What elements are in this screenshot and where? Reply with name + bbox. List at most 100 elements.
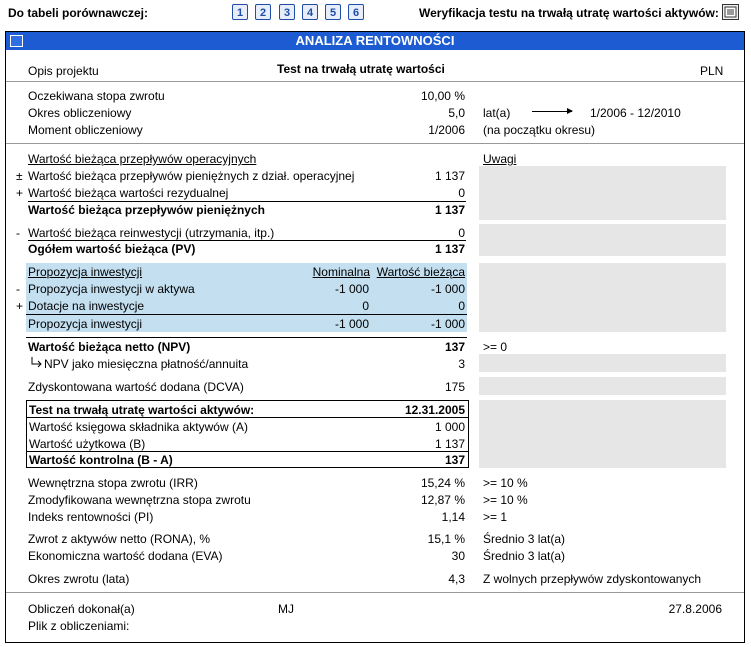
compare-button-6[interactable]: 6 [348,4,364,20]
sub-item-arrow-icon [31,357,42,368]
notes-field[interactable] [479,263,726,332]
panel-window-icon[interactable] [10,35,23,47]
investment-assets-nominal: -1 000 [334,282,369,296]
irr-value: 15,24 % [420,476,465,490]
pv-residual-value: 0 [458,186,465,200]
npv-annuity-value: 3 [458,357,465,371]
period-unit: lat(a) [483,106,511,120]
eva-value: 30 [451,549,465,563]
notes-field[interactable] [479,224,726,256]
investment-grants-present: 0 [458,299,465,313]
dcva-label: Zdyskontowana wartość dodana (DCVA) [28,380,244,394]
value-in-use-label: Wartość użytkowa (B) [29,437,146,451]
pv-reinvestment-label: Wartość bieżąca reinwestycji (utrzymania… [28,226,275,240]
pv-operating-label: Wartość bieżąca przepływów pieniężnych z… [28,169,355,183]
divider [6,81,744,82]
pv-grand-total-label: Ogółem wartość bieżąca (PV) [28,242,196,256]
row-sign: + [16,299,24,313]
payback-label: Okres zwrotu (lata) [28,572,130,586]
panel-title-bar: ANALIZA RENTOWNOŚCI [6,32,744,50]
dcva-value: 175 [444,380,465,394]
profitability-panel: ANALIZA RENTOWNOŚCI Opis projektu Test n… [5,31,745,643]
period-label: Okres obliczeniowy [28,106,132,120]
notes-field[interactable] [479,400,726,468]
compare-button-5[interactable]: 5 [325,4,341,20]
notes-field[interactable] [479,377,726,395]
divider [26,314,467,315]
impairment-date: 12.31.2005 [404,403,465,417]
irr-label: Wewnętrzna stopa zwrotu (IRR) [28,476,198,490]
period-range: 1/2006 - 12/2010 [590,106,681,120]
control-value-label: Wartość kontrolna (B - A) [29,453,173,467]
row-sign: - [16,226,20,240]
eva-note: Średnio 3 lat(a) [483,549,566,563]
payback-note: Z wolnych przepływów zdyskontowanych [483,572,702,586]
panel-title: ANALIZA RENTOWNOŚCI [295,33,455,48]
moment-label: Moment obliczeniowy [28,123,143,137]
payback-value: 4,3 [448,572,465,586]
moment-note: (na początku okresu) [483,123,596,137]
author-name: MJ [278,602,294,616]
notes-field[interactable] [479,166,726,220]
compare-button-4[interactable]: 4 [302,4,318,20]
investment-assets-label: Propozycja inwestycji w aktywa [28,282,195,296]
mirr-note: >= 10 % [483,493,528,507]
mirr-label: Zmodyfikowana wewnętrzna stopa zwrotu [28,493,251,507]
period-value: 5,0 [448,106,465,120]
irr-note: >= 10 % [483,476,528,490]
top-toolbar: Do tabeli porównawczej: 1 2 3 4 5 6 Wery… [0,0,751,26]
compare-button-1[interactable]: 1 [232,4,248,20]
project-name: Test na trwałą utratę wartości [277,62,445,76]
notes-title: Uwagi [483,152,517,166]
npv-value: 137 [444,340,465,354]
row-sign: ± [16,169,23,183]
notes-field[interactable] [479,354,726,372]
book-value: 1 000 [434,420,465,434]
divider [26,451,469,452]
investment-assets-present: -1 000 [430,282,465,296]
compare-table-label: Do tabeli porównawczej: [8,6,149,20]
pv-grand-total-value: 1 137 [434,242,465,256]
rate-value: 10,00 % [420,89,465,103]
verification-sheet-icon[interactable] [722,4,739,20]
pi-note: >= 1 [483,510,508,524]
book-value-label: Wartość księgowa składnika aktywów (A) [29,420,248,434]
value-in-use: 1 137 [434,437,465,451]
pv-cashflow-total-label: Wartość bieżąca przepływów pieniężnych [28,203,265,217]
verification-label: Weryfikacja testu na trwałą utratę warto… [419,6,719,20]
pv-residual-label: Wartość bieżąca wartości rezydualnej [28,186,229,200]
pv-reinvestment-value: 0 [458,226,465,240]
divider [26,337,467,338]
pv-section-title: Wartość bieżąca przepływów operacyjnych [28,152,257,166]
investment-grants-label: Dotacje na inwestycje [28,299,145,313]
currency: PLN [700,64,724,78]
investment-total-label: Propozycja inwestycji [28,317,143,331]
row-sign: - [16,282,20,296]
project-label: Opis projektu [28,64,99,78]
divider [28,201,466,202]
pv-operating-value: 1 137 [434,169,465,183]
investment-col-present: Wartość bieżąca [376,265,465,279]
npv-annuity-label: NPV jako miesięczna płatność/annuita [44,357,249,371]
compare-button-2[interactable]: 2 [255,4,271,20]
investment-total-nominal: -1 000 [334,317,369,331]
divider [6,143,744,144]
investment-col-nominal: Nominalna [312,265,370,279]
impairment-title: Test na trwałą utratę wartości aktywów: [29,403,255,417]
moment-value: 1/2006 [428,123,465,137]
row-sign: + [16,186,24,200]
author-label: Obliczeń dokonał(a) [28,602,135,616]
divider [6,592,744,593]
npv-label: Wartość bieżąca netto (NPV) [28,340,191,354]
rate-label: Oczekiwana stopa zwrotu [28,89,165,103]
pv-cashflow-total-value: 1 137 [434,203,465,217]
investment-grants-nominal: 0 [362,299,369,313]
compare-button-3[interactable]: 3 [279,4,295,20]
investment-total-present: -1 000 [430,317,465,331]
divider [26,417,469,418]
control-value: 137 [444,453,465,467]
calculation-date: 27.8.2006 [668,602,722,616]
arrow-right-icon [532,108,573,114]
pi-label: Indeks rentowności (PI) [28,510,154,524]
eva-label: Ekonomiczna wartość dodana (EVA) [28,549,223,563]
